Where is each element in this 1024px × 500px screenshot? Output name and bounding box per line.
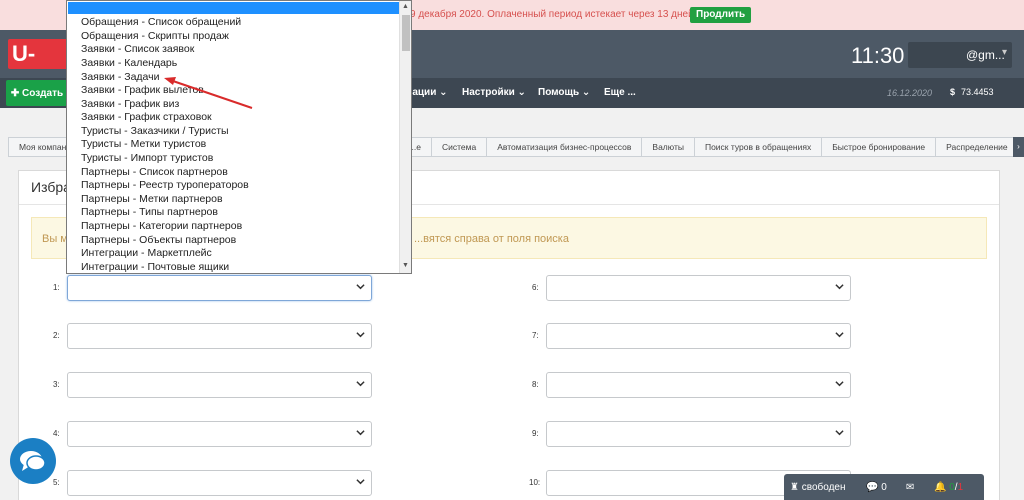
- tab-distribution[interactable]: Распределение: [936, 137, 1019, 157]
- status-text: свободен: [801, 482, 846, 493]
- favorite-select-4[interactable]: [67, 421, 372, 447]
- notifications-unread: 1: [957, 482, 964, 493]
- list-item[interactable]: Обращения - Скрипты продаж: [81, 30, 229, 42]
- field-label-9: 9:: [532, 429, 539, 438]
- list-item[interactable]: Заявки - Календарь: [81, 57, 177, 69]
- field-label-8: 8:: [532, 380, 539, 389]
- favorite-select-8[interactable]: [546, 372, 851, 398]
- favorite-select-9[interactable]: [546, 421, 851, 447]
- user-menu[interactable]: @gm... ▾: [908, 42, 1012, 68]
- operator-status-bar: ♜ свободен 💬 0 ✉ 🔔 0/1: [784, 474, 984, 500]
- scroll-up-icon[interactable]: ▲: [402, 3, 409, 10]
- list-item[interactable]: Туристы - Метки туристов: [81, 138, 206, 150]
- dollar-icon: $: [950, 87, 956, 97]
- listbox-selected-option[interactable]: [68, 2, 400, 14]
- favorite-options-listbox[interactable]: Обращения - Список обращений Обращения -…: [66, 0, 412, 274]
- list-item[interactable]: Партнеры - Объекты партнеров: [81, 234, 236, 246]
- list-item[interactable]: Заявки - Список заявок: [81, 43, 194, 55]
- field-label-6: 6:: [532, 283, 539, 292]
- favorite-select-6[interactable]: [546, 275, 851, 301]
- field-label-1: 1:: [53, 283, 60, 292]
- favorite-select-1[interactable]: [67, 275, 372, 301]
- tabs-scroll-right-icon[interactable]: ›: [1013, 137, 1024, 157]
- notifications-counter[interactable]: 🔔 0/1: [934, 482, 963, 493]
- field-label-3: 3:: [53, 380, 60, 389]
- field-label-10: 10:: [529, 478, 541, 487]
- field-label-4: 4:: [53, 429, 60, 438]
- nav-item-help[interactable]: Помощь ⌄: [538, 87, 590, 98]
- message-icon: 💬: [866, 482, 879, 493]
- balance[interactable]: $73.4453: [950, 87, 994, 97]
- create-button[interactable]: ✚ Создать: [6, 80, 68, 106]
- chevron-down-icon: [835, 430, 844, 436]
- tab-automation[interactable]: Автоматизация бизнес-процессов: [487, 137, 643, 157]
- scroll-down-icon[interactable]: ▼: [402, 262, 409, 269]
- balance-value: 73.4453: [961, 87, 994, 97]
- red-arrow-annotation-icon: [164, 77, 253, 109]
- chevron-down-icon: ▾: [1002, 47, 1008, 58]
- mail-icon[interactable]: ✉: [906, 482, 914, 493]
- chevron-down-icon: [356, 284, 365, 290]
- favorite-select-2[interactable]: [67, 323, 372, 349]
- listbox-scrollbar[interactable]: ▲ ▼: [399, 1, 411, 273]
- tab-quick-booking[interactable]: Быстрое бронирование: [822, 137, 937, 157]
- operator-status[interactable]: ♜ свободен: [790, 482, 846, 493]
- messages-counter[interactable]: 💬 0: [866, 482, 887, 493]
- bell-icon: 🔔: [934, 482, 947, 493]
- info-text-right: ...вятся справа от поля поиска: [414, 233, 569, 245]
- nav-date: 16.12.2020: [887, 88, 933, 98]
- user-email: @gm...: [966, 48, 1005, 62]
- tab-currencies[interactable]: Валюты: [642, 137, 695, 157]
- chevron-down-icon: [835, 381, 844, 387]
- chat-bubbles-icon: [20, 451, 46, 471]
- chevron-down-icon: [356, 430, 365, 436]
- list-item[interactable]: Партнеры - Категории партнеров: [81, 220, 242, 232]
- chat-widget-button[interactable]: [10, 438, 56, 484]
- list-item[interactable]: Партнеры - Типы партнеров: [81, 206, 218, 218]
- list-item[interactable]: Партнеры - Список партнеров: [81, 166, 228, 178]
- list-item[interactable]: Туристы - Импорт туристов: [81, 152, 213, 164]
- plus-icon: ✚: [10, 87, 23, 99]
- messages-count: 0: [881, 482, 887, 493]
- trial-notice-text: 9 декабря 2020. Оплаченный период истека…: [410, 9, 697, 20]
- list-item[interactable]: Заявки - Задачи: [81, 71, 160, 83]
- list-item[interactable]: Интеграции - Почтовые ящики: [81, 261, 229, 273]
- clock: 11:30: [851, 43, 905, 68]
- chevron-down-icon: [356, 479, 365, 485]
- tab-tour-search[interactable]: Поиск туров в обращениях: [694, 137, 823, 157]
- field-label-7: 7:: [532, 331, 539, 340]
- extend-button[interactable]: Продлить: [690, 7, 752, 23]
- favorite-select-7[interactable]: [546, 323, 851, 349]
- field-label-2: 2:: [53, 331, 60, 340]
- favorite-select-5[interactable]: [67, 470, 372, 496]
- nav-item-more[interactable]: Еще ...: [604, 87, 636, 98]
- list-item[interactable]: Партнеры - Реестр туроператоров: [81, 179, 249, 191]
- chevron-down-icon: [835, 332, 844, 338]
- list-item[interactable]: Партнеры - Метки партнеров: [81, 193, 223, 205]
- create-label: Создать: [22, 87, 64, 99]
- favorite-select-3[interactable]: [67, 372, 372, 398]
- tab-system[interactable]: Система: [432, 137, 488, 157]
- user-icon: ♜: [790, 482, 799, 493]
- app-logo[interactable]: U-ON: [8, 39, 68, 69]
- scrollbar-thumb[interactable]: [402, 15, 410, 51]
- chevron-down-icon: [356, 381, 365, 387]
- list-item[interactable]: Интеграции - Маркетплейс: [81, 247, 212, 259]
- chevron-down-icon: [356, 332, 365, 338]
- nav-item-settings[interactable]: Настройки ⌄: [462, 87, 526, 98]
- chevron-down-icon: [835, 284, 844, 290]
- list-item[interactable]: Туристы - Заказчики / Туристы: [81, 125, 229, 137]
- list-item[interactable]: Обращения - Список обращений: [81, 16, 241, 28]
- tab-my-company[interactable]: Моя компания: [8, 137, 68, 157]
